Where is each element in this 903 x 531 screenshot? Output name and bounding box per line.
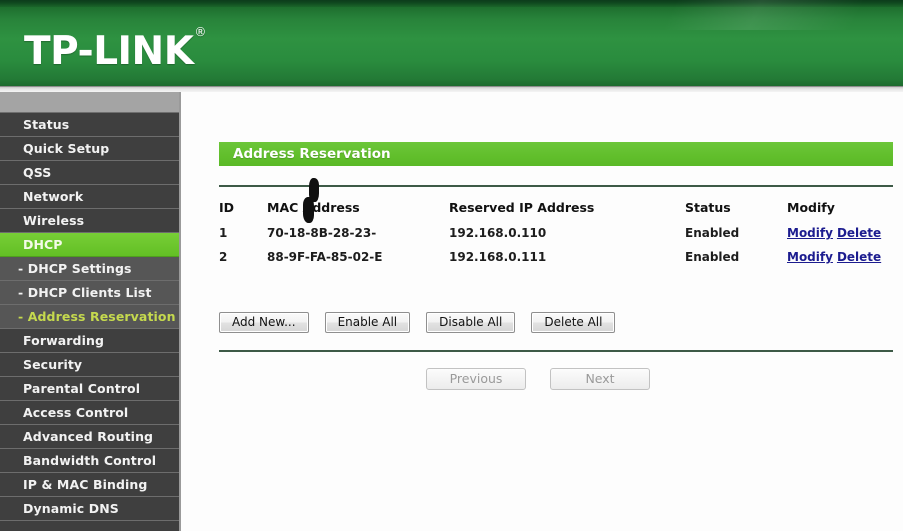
modify-link[interactable]: Modify [787, 226, 833, 240]
sidebar-item-qss[interactable]: QSS [0, 161, 179, 185]
cell-status: Enabled [685, 226, 740, 240]
table-header-row: ID MAC Address Reserved IP Address Statu… [219, 200, 893, 226]
divider-bottom [219, 350, 893, 352]
brand-banner: TP-LINK® [0, 0, 903, 86]
sidebar-item-dhcp-settings[interactable]: - DHCP Settings [0, 257, 179, 281]
sidebar-item-dhcp-clients-list[interactable]: - DHCP Clients List [0, 281, 179, 305]
sidebar-item-label: DHCP [23, 237, 63, 252]
sidebar-item-label: - Address Reservation [18, 309, 176, 324]
delete-link[interactable]: Delete [837, 250, 881, 264]
sidebar-item-dynamic-dns[interactable]: Dynamic DNS [0, 497, 179, 521]
table-row: 1 70-18-8B-28-23- 192.168.0.110 Enabled Modi… [219, 197, 893, 250]
mac-address-value: 70-18-8B-28-23- [267, 226, 377, 240]
modify-link[interactable]: Modify [787, 250, 833, 264]
sidebar-item-label: Forwarding [23, 333, 105, 348]
bulk-action-buttons: Add New... Enable All Disable All Delete Al… [219, 312, 616, 333]
sidebar-item-label: - DHCP Clients List [18, 285, 152, 300]
sidebar-item-label: Network [23, 189, 84, 204]
disable-all-button[interactable]: Disable All [426, 312, 516, 333]
sidebar-item-forwarding[interactable]: Forwarding [0, 329, 179, 353]
sidebar-item-dhcp[interactable]: DHCP [0, 233, 179, 257]
sidebar-item-wireless[interactable]: Wireless [0, 209, 179, 233]
sidebar-item-list: Status Quick Setup QSS Network Wireless DHCP -… [0, 113, 179, 521]
next-button: Next [550, 368, 650, 390]
page-title: Address Reservation [219, 142, 893, 166]
address-reservation-table: ID MAC Address Reserved IP Address Statu… [219, 178, 893, 274]
sidebar-item-label: - DHCP Settings [18, 261, 132, 276]
registered-mark-icon: ® [194, 25, 206, 39]
tplink-logo-text: TP-LINK [24, 29, 194, 74]
table-body: 1 70-18-8B-28-23- 192.168.0.110 Enabled Modi… [219, 178, 893, 274]
mac-address-value: 88-9F-FA-85-02-E [267, 250, 383, 264]
column-header-status: Status [685, 200, 731, 215]
sidebar-item-label: Status [23, 117, 70, 132]
delete-link[interactable]: Delete [837, 226, 881, 240]
table-row: 2 88-9F-FA-85-02-E 192.168.0.111 Enabled Mod… [219, 178, 893, 274]
add-new-button[interactable]: Add New... [219, 312, 309, 333]
column-header-mac: MAC Address [267, 200, 360, 215]
cell-modify: Modify Delete [787, 226, 893, 250]
cell-id: 2 [219, 250, 228, 264]
sidebar-item-label: QSS [23, 165, 52, 180]
previous-button: Previous [426, 368, 526, 390]
sidebar-item-label: Access Control [23, 405, 129, 420]
cell-mac-address: 88-9F-FA-85-02-E [267, 178, 449, 274]
divider-top [219, 185, 893, 187]
sidebar-item-access-control[interactable]: Access Control [0, 401, 179, 425]
cell-reserved-ip: 192.168.0.111 [449, 250, 547, 264]
router-admin-page: TP-LINK® Status Quick Setup QSS Network Wire… [0, 0, 903, 531]
banner-sheen-decor [573, 0, 903, 30]
sidebar-item-quick-setup[interactable]: Quick Setup [0, 137, 179, 161]
sidebar-item-bandwidth-control[interactable]: Bandwidth Control [0, 449, 179, 473]
sidebar-item-label: Dynamic DNS [23, 501, 119, 516]
tplink-logo: TP-LINK® [24, 25, 206, 74]
cell-modify: Modify Delete [787, 250, 893, 274]
sidebar-item-label: Security [23, 357, 83, 372]
sidebar-item-label: Bandwidth Control [23, 453, 157, 468]
sidebar-item-status[interactable]: Status [0, 113, 179, 137]
cell-status: Enabled [685, 250, 740, 264]
sidebar-top-cap [0, 92, 179, 113]
sidebar-item-label: Parental Control [23, 381, 141, 396]
sidebar-item-label: Wireless [23, 213, 85, 228]
column-header-id: ID [219, 200, 235, 215]
enable-all-button[interactable]: Enable All [324, 312, 411, 333]
cell-reserved-ip: 192.168.0.110 [449, 226, 547, 240]
sidebar-item-security[interactable]: Security [0, 353, 179, 377]
sidebar-item-advanced-routing[interactable]: Advanced Routing [0, 425, 179, 449]
column-header-ip: Reserved IP Address [449, 200, 595, 215]
redaction-blob [309, 178, 319, 202]
cell-id: 1 [219, 226, 228, 240]
main-content: Address Reservation ID MAC Address Reser… [183, 92, 903, 531]
sidebar-item-address-reservation[interactable]: - Address Reservation [0, 305, 179, 329]
sidebar-item-ip-mac-binding[interactable]: IP & MAC Binding [0, 473, 179, 497]
sidebar-item-parental-control[interactable]: Parental Control [0, 377, 179, 401]
sidebar-item-network[interactable]: Network [0, 185, 179, 209]
column-header-modify: Modify [787, 200, 835, 215]
sidebar-item-label: Advanced Routing [23, 429, 154, 444]
delete-all-button[interactable]: Delete All [531, 312, 616, 333]
sidebar-item-label: IP & MAC Binding [23, 477, 148, 492]
sidebar-nav: Status Quick Setup QSS Network Wireless DHCP -… [0, 92, 181, 531]
cell-mac-address: 70-18-8B-28-23- [267, 197, 449, 250]
pagination-controls: Previous Next [426, 368, 650, 390]
sidebar-item-label: Quick Setup [23, 141, 110, 156]
